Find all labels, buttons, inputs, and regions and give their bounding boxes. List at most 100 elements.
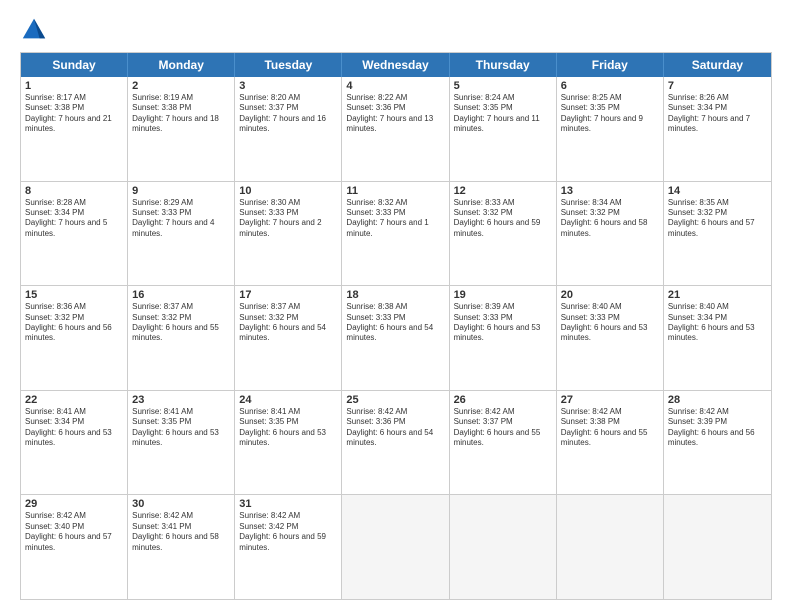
calendar-cell: 15 Sunrise: 8:36 AM Sunset: 3:32 PM Dayl… <box>21 286 128 390</box>
calendar-cell: 21 Sunrise: 8:40 AM Sunset: 3:34 PM Dayl… <box>664 286 771 390</box>
calendar-cell <box>664 495 771 599</box>
day-number: 22 <box>25 394 123 406</box>
day-number: 24 <box>239 394 337 406</box>
cell-info: Sunrise: 8:42 AM Sunset: 3:40 PM Dayligh… <box>25 511 123 553</box>
cell-info: Sunrise: 8:19 AM Sunset: 3:38 PM Dayligh… <box>132 93 230 135</box>
day-number: 7 <box>668 80 767 92</box>
day-number: 25 <box>346 394 444 406</box>
calendar-cell: 28 Sunrise: 8:42 AM Sunset: 3:39 PM Dayl… <box>664 391 771 495</box>
page: SundayMondayTuesdayWednesdayThursdayFrid… <box>0 0 792 612</box>
day-number: 11 <box>346 185 444 197</box>
cell-info: Sunrise: 8:33 AM Sunset: 3:32 PM Dayligh… <box>454 198 552 240</box>
calendar-cell: 16 Sunrise: 8:37 AM Sunset: 3:32 PM Dayl… <box>128 286 235 390</box>
calendar-cell: 9 Sunrise: 8:29 AM Sunset: 3:33 PM Dayli… <box>128 182 235 286</box>
calendar-cell: 26 Sunrise: 8:42 AM Sunset: 3:37 PM Dayl… <box>450 391 557 495</box>
calendar-row: 15 Sunrise: 8:36 AM Sunset: 3:32 PM Dayl… <box>21 285 771 390</box>
calendar-cell: 17 Sunrise: 8:37 AM Sunset: 3:32 PM Dayl… <box>235 286 342 390</box>
cell-info: Sunrise: 8:35 AM Sunset: 3:32 PM Dayligh… <box>668 198 767 240</box>
cell-info: Sunrise: 8:25 AM Sunset: 3:35 PM Dayligh… <box>561 93 659 135</box>
calendar-cell: 31 Sunrise: 8:42 AM Sunset: 3:42 PM Dayl… <box>235 495 342 599</box>
cell-info: Sunrise: 8:42 AM Sunset: 3:38 PM Dayligh… <box>561 407 659 449</box>
calendar-cell: 29 Sunrise: 8:42 AM Sunset: 3:40 PM Dayl… <box>21 495 128 599</box>
weekday-header: Friday <box>557 53 664 77</box>
cell-info: Sunrise: 8:41 AM Sunset: 3:35 PM Dayligh… <box>132 407 230 449</box>
cell-info: Sunrise: 8:42 AM Sunset: 3:36 PM Dayligh… <box>346 407 444 449</box>
calendar: SundayMondayTuesdayWednesdayThursdayFrid… <box>20 52 772 600</box>
calendar-cell: 19 Sunrise: 8:39 AM Sunset: 3:33 PM Dayl… <box>450 286 557 390</box>
day-number: 31 <box>239 498 337 510</box>
calendar-row: 29 Sunrise: 8:42 AM Sunset: 3:40 PM Dayl… <box>21 494 771 599</box>
day-number: 12 <box>454 185 552 197</box>
cell-info: Sunrise: 8:22 AM Sunset: 3:36 PM Dayligh… <box>346 93 444 135</box>
calendar-cell <box>557 495 664 599</box>
calendar-body: 1 Sunrise: 8:17 AM Sunset: 3:38 PM Dayli… <box>21 77 771 599</box>
cell-info: Sunrise: 8:41 AM Sunset: 3:34 PM Dayligh… <box>25 407 123 449</box>
cell-info: Sunrise: 8:40 AM Sunset: 3:33 PM Dayligh… <box>561 302 659 344</box>
cell-info: Sunrise: 8:37 AM Sunset: 3:32 PM Dayligh… <box>239 302 337 344</box>
calendar-cell: 2 Sunrise: 8:19 AM Sunset: 3:38 PM Dayli… <box>128 77 235 181</box>
header <box>20 16 772 44</box>
day-number: 30 <box>132 498 230 510</box>
day-number: 15 <box>25 289 123 301</box>
day-number: 9 <box>132 185 230 197</box>
day-number: 14 <box>668 185 767 197</box>
day-number: 8 <box>25 185 123 197</box>
calendar-cell: 3 Sunrise: 8:20 AM Sunset: 3:37 PM Dayli… <box>235 77 342 181</box>
calendar-cell: 4 Sunrise: 8:22 AM Sunset: 3:36 PM Dayli… <box>342 77 449 181</box>
weekday-header: Saturday <box>664 53 771 77</box>
calendar-row: 1 Sunrise: 8:17 AM Sunset: 3:38 PM Dayli… <box>21 77 771 181</box>
cell-info: Sunrise: 8:32 AM Sunset: 3:33 PM Dayligh… <box>346 198 444 240</box>
cell-info: Sunrise: 8:42 AM Sunset: 3:39 PM Dayligh… <box>668 407 767 449</box>
weekday-header: Wednesday <box>342 53 449 77</box>
day-number: 26 <box>454 394 552 406</box>
cell-info: Sunrise: 8:41 AM Sunset: 3:35 PM Dayligh… <box>239 407 337 449</box>
cell-info: Sunrise: 8:34 AM Sunset: 3:32 PM Dayligh… <box>561 198 659 240</box>
calendar-cell: 25 Sunrise: 8:42 AM Sunset: 3:36 PM Dayl… <box>342 391 449 495</box>
calendar-cell: 24 Sunrise: 8:41 AM Sunset: 3:35 PM Dayl… <box>235 391 342 495</box>
day-number: 20 <box>561 289 659 301</box>
calendar-cell: 30 Sunrise: 8:42 AM Sunset: 3:41 PM Dayl… <box>128 495 235 599</box>
cell-info: Sunrise: 8:30 AM Sunset: 3:33 PM Dayligh… <box>239 198 337 240</box>
calendar-cell: 5 Sunrise: 8:24 AM Sunset: 3:35 PM Dayli… <box>450 77 557 181</box>
calendar-cell: 11 Sunrise: 8:32 AM Sunset: 3:33 PM Dayl… <box>342 182 449 286</box>
cell-info: Sunrise: 8:17 AM Sunset: 3:38 PM Dayligh… <box>25 93 123 135</box>
calendar-cell: 18 Sunrise: 8:38 AM Sunset: 3:33 PM Dayl… <box>342 286 449 390</box>
cell-info: Sunrise: 8:42 AM Sunset: 3:42 PM Dayligh… <box>239 511 337 553</box>
cell-info: Sunrise: 8:29 AM Sunset: 3:33 PM Dayligh… <box>132 198 230 240</box>
day-number: 13 <box>561 185 659 197</box>
calendar-cell: 14 Sunrise: 8:35 AM Sunset: 3:32 PM Dayl… <box>664 182 771 286</box>
cell-info: Sunrise: 8:20 AM Sunset: 3:37 PM Dayligh… <box>239 93 337 135</box>
calendar-cell: 1 Sunrise: 8:17 AM Sunset: 3:38 PM Dayli… <box>21 77 128 181</box>
weekday-header: Tuesday <box>235 53 342 77</box>
cell-info: Sunrise: 8:26 AM Sunset: 3:34 PM Dayligh… <box>668 93 767 135</box>
calendar-cell: 10 Sunrise: 8:30 AM Sunset: 3:33 PM Dayl… <box>235 182 342 286</box>
day-number: 17 <box>239 289 337 301</box>
cell-info: Sunrise: 8:36 AM Sunset: 3:32 PM Dayligh… <box>25 302 123 344</box>
day-number: 18 <box>346 289 444 301</box>
cell-info: Sunrise: 8:24 AM Sunset: 3:35 PM Dayligh… <box>454 93 552 135</box>
cell-info: Sunrise: 8:40 AM Sunset: 3:34 PM Dayligh… <box>668 302 767 344</box>
calendar-cell: 27 Sunrise: 8:42 AM Sunset: 3:38 PM Dayl… <box>557 391 664 495</box>
day-number: 1 <box>25 80 123 92</box>
calendar-cell <box>342 495 449 599</box>
day-number: 19 <box>454 289 552 301</box>
calendar-cell <box>450 495 557 599</box>
weekday-header: Thursday <box>450 53 557 77</box>
calendar-cell: 6 Sunrise: 8:25 AM Sunset: 3:35 PM Dayli… <box>557 77 664 181</box>
day-number: 3 <box>239 80 337 92</box>
calendar-row: 22 Sunrise: 8:41 AM Sunset: 3:34 PM Dayl… <box>21 390 771 495</box>
weekday-header: Sunday <box>21 53 128 77</box>
day-number: 23 <box>132 394 230 406</box>
day-number: 16 <box>132 289 230 301</box>
cell-info: Sunrise: 8:39 AM Sunset: 3:33 PM Dayligh… <box>454 302 552 344</box>
logo-icon <box>20 16 48 44</box>
calendar-cell: 8 Sunrise: 8:28 AM Sunset: 3:34 PM Dayli… <box>21 182 128 286</box>
calendar-cell: 12 Sunrise: 8:33 AM Sunset: 3:32 PM Dayl… <box>450 182 557 286</box>
calendar-cell: 22 Sunrise: 8:41 AM Sunset: 3:34 PM Dayl… <box>21 391 128 495</box>
day-number: 29 <box>25 498 123 510</box>
calendar-cell: 23 Sunrise: 8:41 AM Sunset: 3:35 PM Dayl… <box>128 391 235 495</box>
calendar-header: SundayMondayTuesdayWednesdayThursdayFrid… <box>21 53 771 77</box>
day-number: 28 <box>668 394 767 406</box>
calendar-cell: 20 Sunrise: 8:40 AM Sunset: 3:33 PM Dayl… <box>557 286 664 390</box>
cell-info: Sunrise: 8:42 AM Sunset: 3:41 PM Dayligh… <box>132 511 230 553</box>
